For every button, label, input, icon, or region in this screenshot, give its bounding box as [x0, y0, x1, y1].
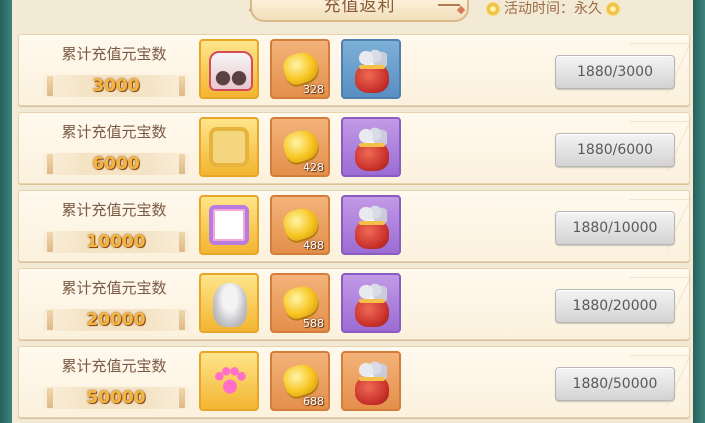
event-duration: 活动时间：永久: [486, 0, 620, 18]
reward-count: 588: [303, 317, 324, 330]
requirement-amount: 20000: [43, 309, 189, 331]
progress-button[interactable]: 1880/10000: [555, 211, 675, 245]
reward-count: 488: [303, 239, 324, 252]
car-icon: [209, 51, 253, 91]
reward-slot[interactable]: [341, 117, 401, 177]
reward-tier-row: 累计充值元宝数 20000 588 1880/20000: [18, 268, 690, 340]
reward-count: 328: [303, 83, 324, 96]
requirement-amount: 10000: [43, 231, 189, 253]
reward-slot[interactable]: 588: [270, 273, 330, 333]
reward-slot[interactable]: 328: [270, 39, 330, 99]
progress-button[interactable]: 1880/20000: [555, 289, 675, 323]
gold-ingot-icon: [280, 204, 322, 244]
reward-slot[interactable]: 488: [270, 195, 330, 255]
amount-value: 10000: [86, 232, 146, 252]
reward-slot[interactable]: [199, 39, 259, 99]
reward-slot[interactable]: [199, 117, 259, 177]
reward-tier-row: 累计充值元宝数 3000 328 1880/3000: [18, 34, 690, 106]
amount-value: 6000: [92, 154, 140, 174]
right-border: [693, 0, 705, 423]
reward-slot[interactable]: [341, 39, 401, 99]
requirement-label: 累计充值元宝数: [61, 279, 167, 297]
title-ornament-right: [438, 4, 466, 15]
flower-icon: [486, 2, 500, 16]
reward-tier-row: 累计充值元宝数 6000 428 1880/6000: [18, 112, 690, 184]
progress-button[interactable]: 1880/6000: [555, 133, 675, 167]
gold-ingot-icon: [280, 282, 322, 322]
gold-ingot-icon: [280, 126, 322, 166]
flower-icon: [606, 2, 620, 16]
reward-count: 428: [303, 161, 324, 174]
paw-print-icon: [211, 363, 249, 401]
reward-count: 688: [303, 395, 324, 408]
panel-header: 充值返利 活动时间：永久: [0, 0, 705, 26]
reward-tier-row: 累计充值元宝数 50000 688 1880/50000: [18, 346, 690, 418]
gold-ingot-icon: [280, 360, 322, 400]
reward-slot[interactable]: 428: [270, 117, 330, 177]
requirement-label: 累计充值元宝数: [61, 357, 167, 375]
rainbow-frame-icon: [209, 205, 249, 245]
requirement-amount: 3000: [43, 75, 189, 97]
gold-ingot-icon: [280, 48, 322, 88]
reward-slot[interactable]: [199, 273, 259, 333]
amount-value: 3000: [92, 76, 140, 96]
hairstyle-icon: [213, 283, 247, 327]
progress-button[interactable]: 1880/3000: [555, 55, 675, 89]
reward-slot[interactable]: [341, 351, 401, 411]
requirement-label: 累计充值元宝数: [61, 45, 167, 63]
reward-slot[interactable]: [341, 195, 401, 255]
left-border: [0, 0, 12, 423]
reward-slot[interactable]: [341, 273, 401, 333]
requirement-amount: 50000: [43, 387, 189, 409]
reward-slot[interactable]: [199, 351, 259, 411]
amount-value: 50000: [86, 388, 146, 408]
gold-frame-icon: [209, 127, 249, 167]
panel-title: 充值返利: [250, 0, 469, 22]
reward-slot[interactable]: 688: [270, 351, 330, 411]
requirement-amount: 6000: [43, 153, 189, 175]
requirement-label: 累计充值元宝数: [61, 201, 167, 219]
amount-value: 20000: [86, 310, 146, 330]
reward-slot[interactable]: [199, 195, 259, 255]
progress-button[interactable]: 1880/50000: [555, 367, 675, 401]
reward-tier-row: 累计充值元宝数 10000 488 1880/10000: [18, 190, 690, 262]
requirement-label: 累计充值元宝数: [61, 123, 167, 141]
event-time-text: 活动时间：永久: [504, 1, 602, 17]
